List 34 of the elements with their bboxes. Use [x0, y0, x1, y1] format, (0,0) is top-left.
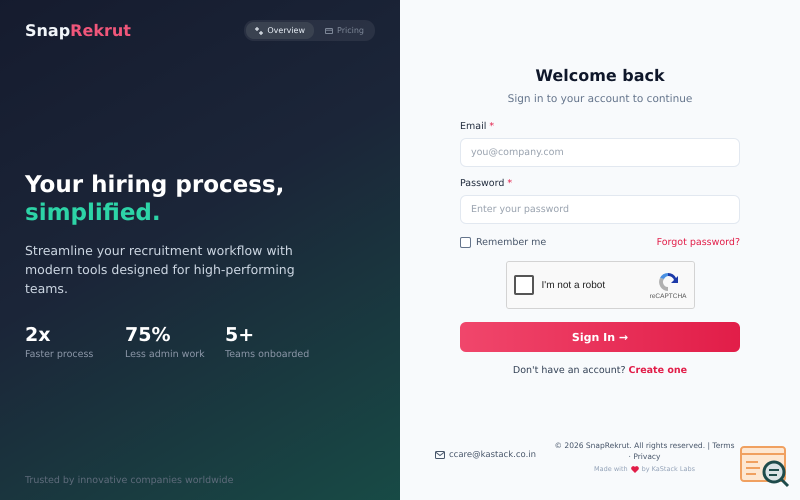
recaptcha-icon [657, 270, 680, 292]
stat-label: Faster process [25, 348, 94, 360]
sparkle-icon [255, 26, 264, 34]
remember-checkbox[interactable] [460, 237, 471, 248]
hero-description: Streamline your recruitment workflow with modern tools designed for high-performing teams. [25, 242, 295, 298]
nav-tab[interactable]: Pricing [316, 22, 373, 39]
stat-value: 5+ [225, 324, 256, 346]
search-window-icon[interactable] [740, 446, 790, 488]
form-subtitle: Sign in to your account to continue [506, 93, 694, 105]
stat-label: Teams onboarded [225, 348, 310, 360]
stat-value: 2x [25, 324, 52, 346]
stat-value: 75% [125, 324, 172, 346]
field-label: Email * [460, 121, 496, 132]
signup-prompt: Don't have an account? [512, 365, 626, 376]
heart-icon [630, 466, 639, 472]
input-field[interactable]: Enter your password [460, 195, 740, 224]
brand-logo[interactable]: SnapRekrut [25, 21, 131, 40]
remember-label[interactable]: Remember me [476, 237, 546, 248]
input-field[interactable]: you@company.com [460, 138, 740, 167]
sign-in-button[interactable]: Sign In → [460, 322, 740, 352]
create-account-link[interactable]: Create one [628, 365, 688, 376]
nav-tab[interactable]: Overview [246, 22, 314, 39]
field-label: Password * [460, 178, 514, 189]
trusted-text: Trusted by innovative companies worldwide [25, 475, 234, 486]
forgot-password-link[interactable]: Forgot password? [656, 237, 740, 248]
form-title: Welcome back [534, 66, 666, 85]
captcha-checkbox[interactable] [514, 275, 534, 295]
hero-title: Your hiring process, [25, 170, 286, 198]
contact-email[interactable]: ccare@kastack.co.in [449, 450, 536, 460]
stat-label: Less admin work [125, 348, 206, 360]
captcha-label: I'm not a robot [542, 280, 606, 290]
hero-highlight: simplified. [25, 198, 162, 226]
mail-icon [435, 451, 445, 459]
card-icon [325, 28, 334, 34]
